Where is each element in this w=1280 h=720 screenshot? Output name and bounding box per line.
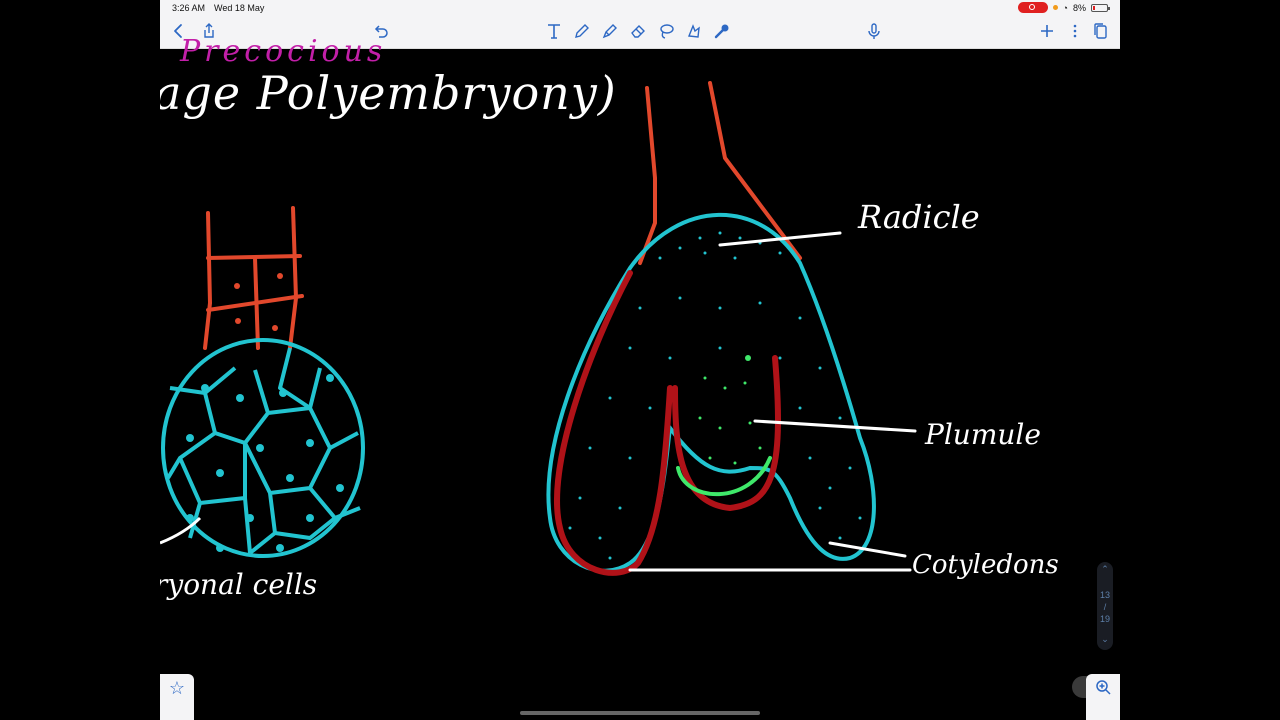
embryo-outline-drawing (546, 212, 876, 573)
ipad-screen: 3:26 AM Wed 18 May ◔ 8% Precocious age P… (160, 0, 1120, 720)
page-separator: / (1103, 602, 1107, 612)
wifi-icon: ◔ (1062, 2, 1068, 13)
drawing-layer (160, 81, 917, 576)
add-icon[interactable] (1036, 20, 1058, 42)
home-indicator[interactable] (520, 711, 760, 715)
cotyledon-red-outline-drawing (554, 270, 781, 576)
highlighter-icon[interactable] (599, 20, 621, 42)
zoom-icon[interactable] (1086, 674, 1120, 720)
lasso-icon[interactable] (655, 20, 677, 42)
status-bar: 3:26 AM Wed 18 May ◔ 8% (160, 0, 1120, 16)
page-heading: age Polyembryony) (160, 66, 617, 120)
pen-icon[interactable] (571, 20, 593, 42)
text-tool-icon[interactable] (543, 20, 565, 42)
microphone-icon[interactable] (863, 20, 885, 42)
pages-icon[interactable] (1090, 20, 1112, 42)
note-canvas[interactable]: Precocious age Polyembryony) Radicle Plu… (160, 34, 1120, 720)
current-page: 13 (1099, 590, 1110, 600)
status-right: ◔ 8% (1017, 2, 1110, 13)
page-navigator[interactable]: ⌃ 13 / 19 ⌄ (1097, 562, 1113, 650)
favorite-star-icon[interactable]: ☆ (160, 674, 194, 720)
label-embryonal-cells: ryonal cells (160, 568, 318, 601)
status-date: Wed 18 May (214, 3, 265, 13)
total-pages: 19 (1099, 614, 1110, 624)
label-cotyledons: Cotyledons (912, 550, 1059, 580)
plumule-stipple-dots (698, 355, 762, 465)
label-plumule: Plumule (925, 418, 1041, 451)
mic-indicator-icon (1052, 5, 1058, 10)
shapes-icon[interactable] (683, 20, 705, 42)
page-up-icon[interactable]: ⌃ (1097, 564, 1113, 575)
battery-icon (1091, 3, 1110, 12)
embryo-stipple-dots (568, 231, 862, 560)
page-down-icon[interactable]: ⌄ (1097, 634, 1113, 645)
battery-percent: 8% (1072, 2, 1086, 13)
status-time: 3:26 AM (172, 3, 206, 13)
screen-recording-icon[interactable] (1017, 2, 1048, 13)
left-suspensor-drawing (203, 206, 304, 350)
sub-heading: Precocious (180, 34, 387, 69)
laser-pointer-icon[interactable] (711, 20, 733, 42)
plumule-green-drawing (676, 456, 772, 497)
label-radicle: Radicle (858, 198, 980, 236)
more-icon[interactable] (1064, 20, 1086, 42)
eraser-icon[interactable] (627, 20, 649, 42)
